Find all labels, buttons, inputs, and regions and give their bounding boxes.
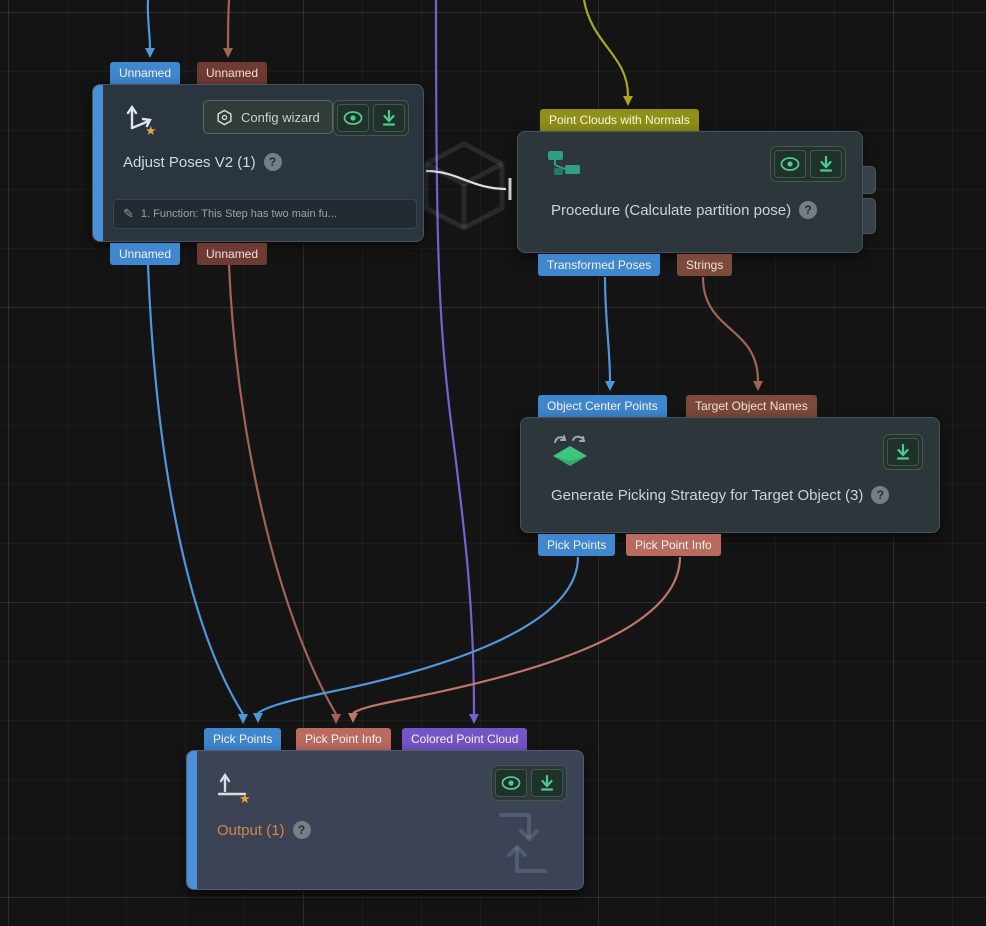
input-port[interactable]: Pick Point Info	[296, 728, 391, 750]
download-button[interactable]	[531, 769, 563, 797]
picking-strategy-icon	[547, 430, 593, 472]
input-port[interactable]: Unnamed	[197, 62, 267, 84]
cube-watermark-icon	[418, 138, 510, 234]
output-port[interactable]: Unnamed	[110, 243, 180, 265]
collapsed-side-tab[interactable]	[863, 198, 876, 234]
node-adjust-poses[interactable]: ★ Config wizard	[92, 84, 424, 242]
svg-text:★: ★	[239, 791, 251, 805]
input-port[interactable]: Object Center Points	[538, 395, 667, 417]
hexagon-target-icon	[216, 109, 233, 126]
input-port[interactable]: Target Object Names	[686, 395, 817, 417]
adjust-poses-icon: ★	[121, 99, 159, 137]
input-port[interactable]: Point Clouds with Normals	[540, 109, 699, 131]
node-title: Adjust Poses V2 (1)	[123, 154, 256, 171]
node-toolbar	[491, 765, 567, 801]
download-button[interactable]	[887, 438, 919, 466]
eye-icon	[343, 111, 363, 125]
download-arrow-icon	[382, 110, 396, 126]
procedure-icon	[544, 148, 584, 184]
eye-icon	[501, 776, 521, 790]
output-port[interactable]: Transformed Poses	[538, 254, 660, 276]
help-badge[interactable]: ?	[293, 821, 311, 839]
node-toolbar	[770, 146, 846, 182]
node-accent-bar	[93, 85, 103, 241]
config-wizard-button[interactable]: Config wizard	[203, 100, 333, 134]
node-note[interactable]: ✎ 1. Function: This Step has two main fu…	[113, 199, 417, 229]
download-arrow-icon	[819, 156, 833, 172]
swap-watermark-icon	[481, 801, 565, 885]
download-button[interactable]	[810, 150, 842, 178]
note-text: 1. Function: This Step has two main fu..…	[141, 208, 337, 220]
node-accent-bar	[187, 751, 197, 889]
input-port[interactable]: Colored Point Cloud	[402, 728, 527, 750]
collapsed-side-tab[interactable]	[863, 166, 876, 194]
node-toolbar	[333, 100, 409, 136]
input-port[interactable]: Pick Points	[204, 728, 281, 750]
output-icon: ★	[215, 767, 255, 805]
download-arrow-icon	[896, 444, 910, 460]
help-badge[interactable]: ?	[871, 486, 889, 504]
node-title: Procedure (Calculate partition pose)	[551, 202, 791, 219]
node-graph-canvas[interactable]: Unnamed Unnamed ★ Config wizard	[0, 0, 986, 926]
node-title: Output (1)	[217, 822, 285, 839]
output-port[interactable]: Strings	[677, 254, 732, 276]
input-port[interactable]: Unnamed	[110, 62, 180, 84]
help-badge[interactable]: ?	[264, 153, 282, 171]
node-toolbar	[883, 434, 923, 470]
output-port[interactable]: Unnamed	[197, 243, 267, 265]
visibility-button[interactable]	[337, 104, 369, 132]
output-port[interactable]: Pick Points	[538, 534, 615, 556]
download-button[interactable]	[373, 104, 405, 132]
output-port[interactable]: Pick Point Info	[626, 534, 721, 556]
visibility-button[interactable]	[495, 769, 527, 797]
eye-icon	[780, 157, 800, 171]
download-arrow-icon	[540, 775, 554, 791]
node-output[interactable]: ★ Output (1) ?	[186, 750, 584, 890]
node-procedure[interactable]: Procedure (Calculate partition pose) ?	[517, 131, 863, 253]
visibility-button[interactable]	[774, 150, 806, 178]
config-wizard-label: Config wizard	[241, 110, 320, 125]
node-picking-strategy[interactable]: Generate Picking Strategy for Target Obj…	[520, 417, 940, 533]
edit-note-icon: ✎	[123, 206, 134, 222]
svg-text:★: ★	[145, 123, 157, 137]
node-title: Generate Picking Strategy for Target Obj…	[551, 487, 863, 504]
help-badge[interactable]: ?	[799, 201, 817, 219]
